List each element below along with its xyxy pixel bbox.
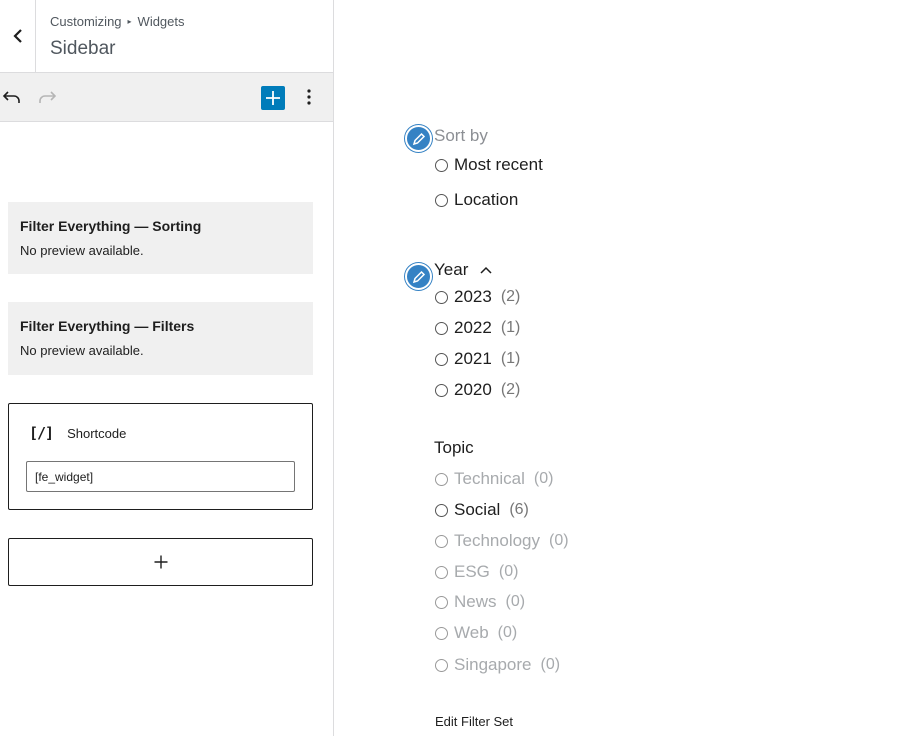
chevron-left-icon — [12, 29, 22, 43]
option-label: Technical — [454, 469, 525, 488]
pencil-icon — [412, 132, 425, 145]
chevron-up-icon[interactable] — [480, 266, 492, 274]
option-count: (6) — [509, 501, 529, 518]
radio-button[interactable] — [435, 158, 448, 172]
widget-description: No preview available. — [20, 343, 144, 358]
sort-option[interactable]: Location — [435, 190, 518, 210]
year-option[interactable]: 2020 (2) — [435, 380, 520, 400]
topic-option[interactable]: Web (0) — [435, 623, 517, 643]
option-count: (1) — [500, 350, 521, 367]
year-title-text: Year — [434, 260, 469, 279]
option-label: Web — [454, 623, 489, 642]
widget-title: Filter Everything — Sorting — [20, 218, 202, 234]
topic-option[interactable]: Social (6) — [435, 500, 529, 520]
option-label: News — [454, 592, 497, 611]
option-count: (2) — [500, 288, 521, 305]
radio-button[interactable] — [435, 352, 448, 366]
radio-button[interactable] — [435, 472, 448, 486]
shortcode-label: Shortcode — [67, 425, 127, 441]
sort-option[interactable]: Most recent — [435, 155, 543, 175]
option-label: 2020 — [454, 380, 492, 399]
shortcode-block[interactable]: [/] Shortcode — [8, 403, 313, 510]
option-count: (0) — [549, 532, 569, 549]
option-label: 2021 — [454, 349, 492, 368]
redo-button[interactable] — [35, 85, 59, 109]
option-label: Singapore — [454, 655, 532, 674]
topic-filter-title: Topic — [434, 438, 474, 457]
pencil-icon — [412, 270, 425, 283]
year-option[interactable]: 2021 (1) — [435, 349, 520, 369]
topic-option[interactable]: ESG (0) — [435, 562, 518, 582]
option-label: Location — [454, 190, 519, 209]
more-options-button[interactable] — [297, 85, 321, 109]
option-count: (2) — [500, 381, 521, 398]
panel-header: Customizing ▸ Widgets Sidebar — [0, 0, 333, 73]
shortcode-label-row: [/] Shortcode — [29, 424, 126, 442]
breadcrumb-child: Widgets — [137, 14, 185, 29]
plus-icon — [266, 91, 280, 105]
radio-button[interactable] — [435, 321, 448, 335]
redo-icon — [39, 91, 57, 103]
option-count: (0) — [533, 470, 554, 487]
option-label: 2022 — [454, 318, 492, 337]
shortcode-input[interactable] — [26, 461, 295, 492]
site-preview: Sort by Most recent Location Year 2023 (… — [334, 0, 897, 736]
radio-button[interactable] — [435, 383, 448, 397]
page-title: Sidebar — [50, 38, 116, 59]
customizer-panel: Customizing ▸ Widgets Sidebar Filter Eve… — [0, 0, 334, 736]
back-button[interactable] — [0, 0, 36, 72]
breadcrumb-arrow-icon: ▸ — [127, 17, 132, 26]
year-option[interactable]: 2023 (2) — [435, 287, 520, 307]
radio-button[interactable] — [435, 503, 448, 517]
vertical-ellipsis-icon — [307, 89, 311, 105]
option-label: Social — [454, 500, 501, 519]
option-label: 2023 — [454, 287, 492, 306]
widget-title: Filter Everything — Filters — [20, 318, 195, 334]
undo-button[interactable] — [0, 85, 24, 109]
topic-option[interactable]: Technical (0) — [435, 469, 553, 489]
edit-shortcut-sorting[interactable] — [405, 125, 432, 152]
option-count: (1) — [500, 319, 521, 336]
option-count: (0) — [540, 656, 561, 673]
topic-option[interactable]: News (0) — [435, 592, 525, 612]
breadcrumb-parent: Customizing — [50, 14, 122, 29]
option-count: (0) — [498, 563, 519, 580]
widget-sorting[interactable]: Filter Everything — Sorting No preview a… — [8, 202, 313, 274]
option-count: (0) — [505, 593, 526, 610]
radio-button[interactable] — [435, 595, 448, 609]
add-block-button[interactable] — [8, 538, 313, 586]
block-toolbar — [0, 73, 333, 122]
option-count: (0) — [497, 624, 518, 641]
widget-filters[interactable]: Filter Everything — Filters No preview a… — [8, 302, 313, 375]
year-filter-title[interactable]: Year — [434, 260, 492, 280]
breadcrumb: Customizing ▸ Widgets — [50, 14, 185, 29]
shortcode-icon: [/] — [29, 424, 54, 442]
add-block-inserter-button[interactable] — [261, 86, 285, 110]
edit-filter-set-link[interactable]: Edit Filter Set — [435, 714, 513, 729]
radio-button[interactable] — [435, 193, 448, 207]
radio-button[interactable] — [435, 565, 448, 579]
sort-by-title: Sort by — [434, 126, 488, 145]
year-option[interactable]: 2022 (1) — [435, 318, 520, 338]
option-label: Technology — [454, 531, 541, 550]
undo-icon — [2, 91, 20, 103]
widget-description: No preview available. — [20, 243, 144, 258]
radio-button[interactable] — [435, 534, 448, 548]
topic-option[interactable]: Technology (0) — [435, 531, 569, 551]
edit-shortcut-filters[interactable] — [405, 263, 432, 290]
topic-option[interactable]: Singapore (0) — [435, 655, 560, 675]
plus-icon — [154, 555, 167, 569]
radio-button[interactable] — [435, 290, 448, 304]
option-label: ESG — [454, 562, 490, 581]
radio-button[interactable] — [435, 658, 448, 672]
option-label: Most recent — [454, 155, 543, 174]
radio-button[interactable] — [435, 626, 448, 640]
